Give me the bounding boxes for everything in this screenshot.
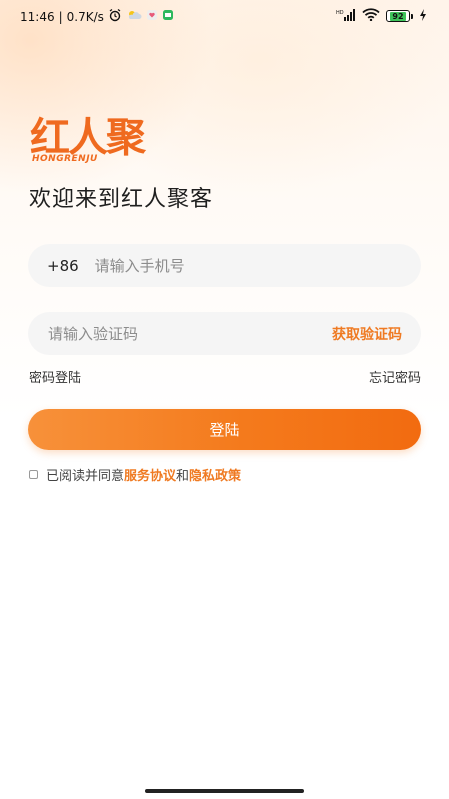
app-logo: 红人聚 HONGRENJU — [30, 115, 170, 174]
charging-icon — [419, 8, 427, 24]
status-left: 11:46 | 0.7K/s — [20, 8, 174, 25]
status-time: 11:46 — [20, 9, 55, 24]
login-button[interactable]: 登陆 — [28, 409, 421, 450]
logo-english: HONGRENJU — [32, 154, 98, 164]
agreement-and: 和 — [176, 469, 190, 484]
weather-icon — [126, 9, 142, 24]
status-separator: | — [58, 9, 63, 24]
status-net-speed: 0.7K/s — [66, 9, 104, 24]
app-notification-icon — [146, 9, 158, 24]
status-bar: 11:46 | 0.7K/s HD 92 — [0, 0, 449, 32]
agreement-checkbox[interactable] — [29, 470, 38, 479]
message-app-icon — [162, 9, 174, 24]
password-login-link[interactable]: 密码登陆 — [29, 367, 81, 386]
privacy-policy-link[interactable]: 隐私政策 — [189, 465, 241, 484]
get-code-button[interactable]: 获取验证码 — [332, 324, 402, 344]
code-input-placeholder[interactable]: 请输入验证码 — [48, 323, 332, 344]
wifi-icon — [362, 8, 380, 24]
welcome-title: 欢迎来到红人聚客 — [29, 187, 214, 212]
phone-input-placeholder[interactable]: 请输入手机号 — [95, 255, 185, 276]
status-right: HD 92 — [336, 8, 427, 24]
alarm-icon — [108, 8, 122, 25]
home-indicator[interactable] — [145, 789, 304, 793]
phone-input-field[interactable]: +86 请输入手机号 — [28, 244, 421, 287]
verification-code-field[interactable]: 请输入验证码 获取验证码 — [28, 312, 421, 355]
forgot-password-link[interactable]: 忘记密码 — [369, 367, 421, 386]
svg-text:HD: HD — [336, 10, 344, 16]
service-agreement-link[interactable]: 服务协议 — [124, 465, 176, 484]
country-code-prefix[interactable]: +86 — [47, 257, 79, 275]
battery-level: 92 — [390, 11, 406, 21]
signal-icon: HD — [336, 8, 356, 24]
battery-icon: 92 — [386, 10, 413, 22]
agreement-row: 已阅读并同意 服务协议 和 隐私政策 — [29, 465, 241, 484]
agreement-prefix: 已阅读并同意 — [46, 469, 125, 484]
